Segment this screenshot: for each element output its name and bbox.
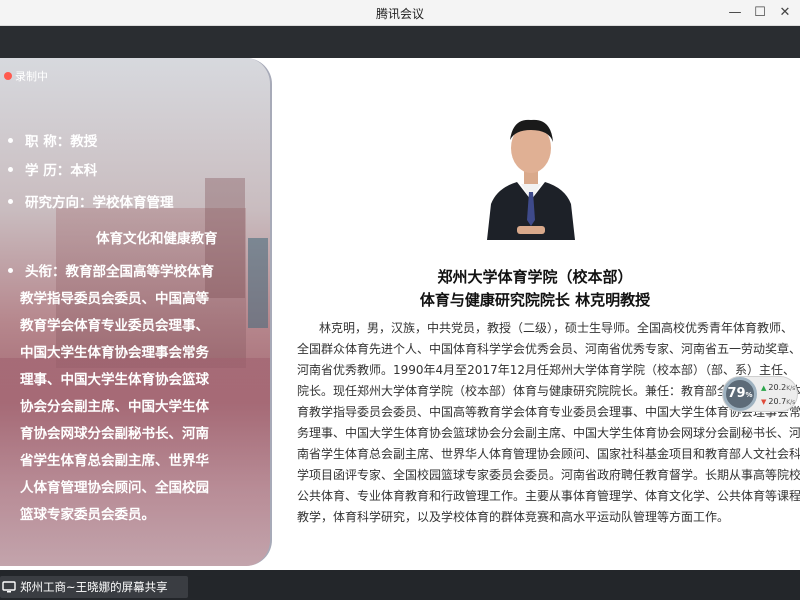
- bullet-icon: [8, 137, 13, 143]
- shared-screen: 录制中 职 称：教授 学 历：本科 研究方向：学校体育管理 体育文化和健康教育 …: [0, 58, 800, 570]
- minimize-button[interactable]: —: [724, 3, 746, 23]
- profile-line: 育协会网球分会副秘书长、河南: [20, 426, 209, 442]
- profile-line: 教育学会体育专业委员会理事、: [20, 318, 209, 334]
- network-usage-gauge: 79%: [723, 377, 757, 411]
- upload-arrow-icon: ▲: [761, 384, 767, 392]
- biography-paragraph: 林克明，男，汉族，中共党员，教授（二级），硕士生导师。全国高校优秀青年体育教师、…: [297, 321, 800, 524]
- screen-share-icon: [2, 581, 16, 593]
- profile-line: 职 称：教授: [8, 134, 97, 151]
- window-title: 腾讯会议: [375, 7, 424, 21]
- title-bar: 腾讯会议 — ☐ ✕: [0, 0, 800, 26]
- upload-speed: ▲ 20.2K/s: [761, 383, 796, 392]
- profile-line: 理事、中国大学生体育协会篮球: [20, 372, 209, 388]
- profile-line: 研究方向：学校体育管理: [8, 195, 174, 212]
- profile-line: 教学指导委员会委员、中国高等: [20, 291, 209, 307]
- slide-heading-title: 体育与健康研究院院长 林克明教授: [419, 291, 651, 309]
- download-arrow-icon: ▼: [761, 398, 767, 406]
- profile-line: 体育文化和健康教育: [96, 231, 218, 247]
- profile-line: 学 历：本科: [8, 163, 97, 180]
- profile-side-panel: 录制中 职 称：教授 学 历：本科 研究方向：学校体育管理 体育文化和健康教育 …: [0, 58, 272, 566]
- download-speed: ▼ 20.7K/s: [761, 397, 796, 406]
- recording-label: 录制中: [15, 70, 48, 83]
- bullet-icon: [8, 198, 13, 204]
- profile-line: 协会分会副主席、中国大学生体: [20, 399, 209, 415]
- profile-line: 篮球专家委员会委员。: [20, 507, 155, 523]
- bullet-icon: [8, 166, 13, 172]
- screen-share-text: 郑州工商~王晓娜的屏幕共享: [20, 580, 168, 594]
- meeting-top-strip: [0, 26, 800, 58]
- background-tower: [248, 238, 268, 328]
- profile-line: 中国大学生体育协会理事会常务: [20, 345, 209, 361]
- screen-share-label[interactable]: 郑州工商~王晓娜的屏幕共享: [0, 576, 188, 598]
- recording-dot-icon: [4, 72, 12, 80]
- profile-line: 省学生体育总会副主席、世界华: [20, 453, 209, 469]
- portrait-photo: [483, 108, 579, 240]
- recording-indicator[interactable]: 录制中: [4, 68, 48, 84]
- maximize-button[interactable]: ☐: [749, 3, 771, 23]
- profile-line: 头衔：教育部全国高等学校体育: [8, 264, 214, 281]
- close-button[interactable]: ✕: [774, 3, 796, 23]
- profile-line: 人体育管理协会顾问、全国校园: [20, 480, 209, 496]
- network-speed-widget[interactable]: 79% ▲ 20.2K/s ▼ 20.7K/s: [722, 376, 798, 412]
- bullet-icon: [8, 267, 13, 273]
- slide-heading-institution: 郑州大学体育学院（校本部）: [437, 268, 633, 286]
